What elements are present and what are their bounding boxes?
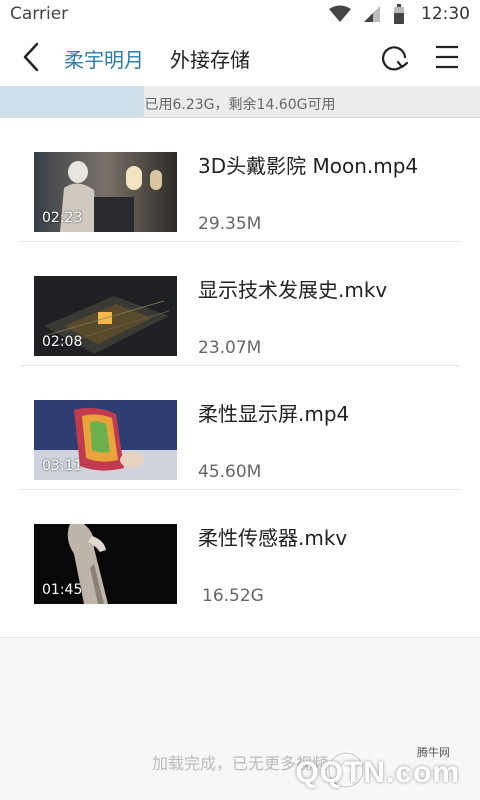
file-name: 柔性显示屏.mp4 <box>198 402 350 426</box>
file-size: 45.60M <box>198 462 262 482</box>
chevron-left-icon <box>23 42 39 72</box>
battery-icon <box>394 4 404 24</box>
video-thumbnail: 01:45 <box>34 524 177 604</box>
tab-device[interactable]: 柔宇明月 <box>64 44 144 73</box>
carrier-label: Carrier <box>10 4 69 24</box>
video-thumbnail: 02:08 <box>34 276 177 356</box>
cell-signal-icon <box>364 6 380 22</box>
file-name: 3D头戴影院 Moon.mp4 <box>198 154 419 178</box>
video-duration: 02:08 <box>42 334 83 350</box>
watermark-text: QQTN.com <box>295 756 460 789</box>
file-size: 16.52G <box>202 586 264 606</box>
storage-usage-text: 已用6.23G，剩余14.60G可用 <box>144 97 336 113</box>
video-thumbnail: 02:23 <box>34 152 177 232</box>
watermark: 腾牛网 QQTN.com <box>295 744 470 794</box>
video-thumbnail: 03:11 <box>34 400 177 480</box>
storage-usage-bar: 已用6.23G，剩余14.60G可用 <box>0 86 480 118</box>
file-size: 29.35M <box>198 214 262 234</box>
file-size: 23.07M <box>198 338 262 358</box>
status-icons: 12:30 <box>329 3 470 25</box>
tab-external-storage[interactable]: 外接存储 <box>170 44 250 73</box>
video-duration: 02:23 <box>42 210 83 226</box>
file-name: 柔性传感器.mkv <box>198 526 348 550</box>
file-name: 显示技术发展史.mkv <box>198 278 388 302</box>
video-duration: 03:11 <box>42 458 83 474</box>
status-time: 12:30 <box>421 4 470 24</box>
nav-bar: 柔宇明月 外接存储 <box>0 28 480 86</box>
refresh-button[interactable] <box>380 42 410 72</box>
video-file-list: 02:23 3D头戴影院 Moon.mp4 29.35M 02:08 显示技术发… <box>0 118 480 638</box>
video-duration: 01:45 <box>42 582 83 598</box>
status-bar: Carrier 12:30 <box>0 0 480 28</box>
hamburger-menu-icon <box>436 45 458 69</box>
menu-button[interactable] <box>432 42 462 72</box>
list-item[interactable]: 02:08 显示技术发展史.mkv 23.07M <box>0 242 480 366</box>
refresh-icon <box>382 46 409 71</box>
back-button[interactable] <box>16 42 46 72</box>
list-item[interactable]: 02:23 3D头戴影院 Moon.mp4 29.35M <box>0 118 480 242</box>
list-item[interactable]: 01:45 柔性传感器.mkv 16.52G <box>0 490 480 614</box>
wifi-icon <box>329 5 351 22</box>
list-item[interactable]: 03:11 柔性显示屏.mp4 45.60M <box>0 366 480 490</box>
